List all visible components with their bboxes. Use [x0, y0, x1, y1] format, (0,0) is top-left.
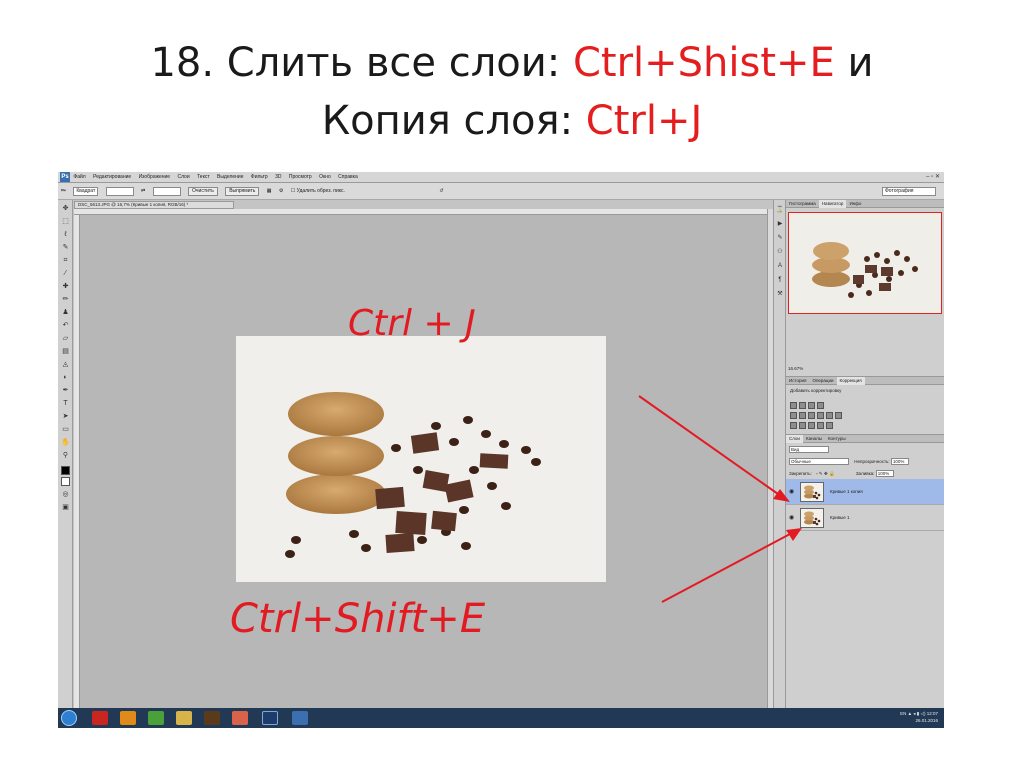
annotations-overlay: Ctrl + J Ctrl+Shift+E: [230, 303, 802, 642]
arrow-head-top: [773, 489, 790, 502]
arrow-to-bottom-layer: [661, 533, 791, 603]
annotation-ctrl-shift-e: Ctrl+Shift+E: [230, 596, 486, 642]
arrow-to-top-layer: [638, 395, 779, 495]
annotation-ctrl-j: Ctrl + J: [348, 303, 476, 344]
